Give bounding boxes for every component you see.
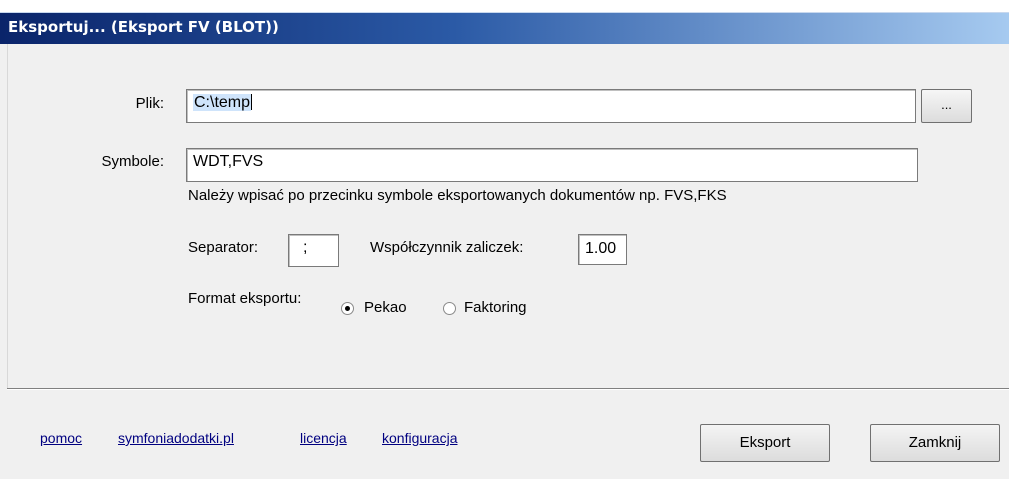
symbols-hint: Należy wpisać po przecinku symbole ekspo…: [188, 187, 727, 204]
panel-edge: [7, 44, 8, 390]
export-button[interactable]: Eksport: [700, 424, 830, 462]
file-label: Plik:: [135, 95, 164, 112]
format-label: Format eksportu:: [188, 290, 302, 307]
close-button[interactable]: Zamknij: [870, 424, 1000, 462]
top-margin: [0, 0, 1009, 12]
radio-faktoring-label[interactable]: Faktoring: [464, 299, 527, 316]
coefficient-input[interactable]: 1.00: [578, 234, 627, 265]
symbols-value: WDT,FVS: [193, 153, 264, 170]
radio-pekao-label[interactable]: Pekao: [364, 299, 407, 316]
link-licencja[interactable]: licencja: [300, 430, 347, 446]
radio-selected-dot: [345, 306, 350, 311]
separator-value: ;: [303, 239, 308, 256]
file-path-input[interactable]: C:\temp: [186, 89, 916, 123]
link-symfoniadodatki[interactable]: symfoniadodatki.pl: [118, 430, 234, 446]
footer-divider-highlight: [7, 389, 1009, 390]
browse-button[interactable]: ...: [921, 89, 972, 123]
title-bar[interactable]: Eksportuj... (Eksport FV (BLOT)): [0, 12, 1009, 44]
separator-label: Separator:: [188, 239, 259, 256]
export-dialog: Eksportuj... (Eksport FV (BLOT)) Plik: C…: [0, 0, 1009, 479]
separator-input[interactable]: ;: [288, 234, 339, 267]
radio-pekao[interactable]: [341, 302, 354, 315]
symbols-label: Symbole:: [101, 153, 164, 170]
link-konfiguracja[interactable]: konfiguracja: [382, 430, 458, 446]
window-title: Eksportuj... (Eksport FV (BLOT)): [8, 18, 279, 36]
file-path-value: C:\temp: [193, 94, 252, 111]
radio-faktoring[interactable]: [443, 302, 456, 315]
symbols-input[interactable]: WDT,FVS: [186, 148, 918, 182]
text-caret: [251, 94, 253, 110]
coefficient-value: 1.00: [585, 240, 617, 257]
link-pomoc[interactable]: pomoc: [40, 430, 82, 446]
coefficient-label: Współczynnik zaliczek:: [370, 239, 524, 256]
